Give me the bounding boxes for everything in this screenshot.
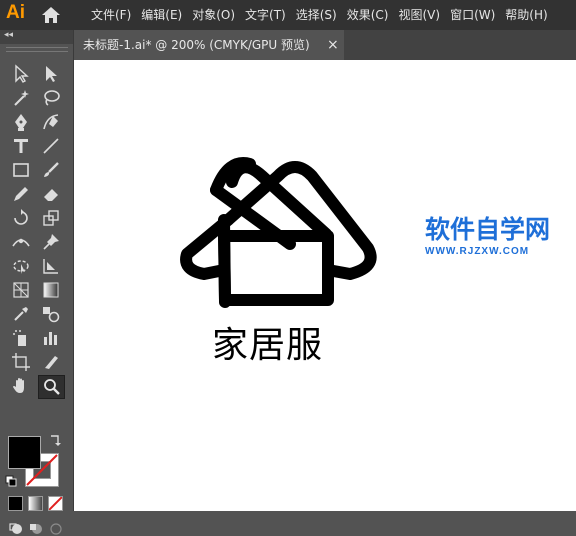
pencil-tool[interactable] bbox=[8, 183, 34, 205]
menu-window[interactable]: 窗口(W) bbox=[445, 0, 500, 30]
column-graph-tool[interactable] bbox=[38, 327, 64, 349]
type-tool[interactable] bbox=[8, 135, 34, 157]
width-tool-icon bbox=[12, 238, 30, 247]
house-clothing-logo bbox=[180, 157, 377, 308]
zoom-tool[interactable] bbox=[38, 375, 65, 399]
shape-builder-tool[interactable] bbox=[38, 255, 64, 277]
hand-tool[interactable] bbox=[8, 375, 34, 397]
hand-icon bbox=[13, 378, 24, 393]
app-logo: Ai bbox=[6, 2, 25, 23]
scale-icon bbox=[43, 210, 59, 226]
free-transform-tool[interactable] bbox=[8, 255, 34, 277]
brand-text: 家居服 bbox=[212, 325, 324, 366]
document-tab-bar: 未标题-1.ai* @ 200% (CMYK/GPU 预览) × bbox=[74, 30, 576, 60]
artboard-tool[interactable] bbox=[8, 351, 34, 373]
none-mode-slash-icon bbox=[49, 497, 62, 510]
menu-bar: Ai 文件(F) 编辑(E) 对象(O) 文字(T) 选择(S) 效果(C) 视… bbox=[0, 0, 576, 30]
rotate-tool[interactable] bbox=[8, 207, 34, 229]
menu-select[interactable]: 选择(S) bbox=[291, 0, 342, 30]
menu-view[interactable]: 视图(V) bbox=[393, 0, 445, 30]
type-t-icon bbox=[14, 139, 28, 153]
color-mode-button[interactable] bbox=[8, 496, 23, 511]
collapse-panel-button[interactable]: ◂◂ bbox=[4, 30, 13, 40]
watermark-title: 软件自学网 bbox=[425, 215, 551, 244]
artboard-icon bbox=[12, 353, 30, 371]
menu-edit[interactable]: 编辑(E) bbox=[136, 0, 187, 30]
curvature-pen-icon bbox=[43, 114, 59, 130]
default-colors-icon[interactable] bbox=[5, 475, 17, 487]
menu-file[interactable]: 文件(F) bbox=[86, 0, 136, 30]
perspective-grid-tool[interactable] bbox=[8, 279, 34, 301]
width-tool[interactable] bbox=[8, 231, 34, 253]
rectangle-tool[interactable] bbox=[8, 159, 34, 181]
menu-object[interactable]: 对象(O) bbox=[187, 0, 240, 30]
draw-normal-icon[interactable] bbox=[8, 522, 24, 536]
tools-panel-header: ◂◂ bbox=[0, 30, 73, 44]
menu-type[interactable]: 文字(T) bbox=[240, 0, 291, 30]
close-tab-button[interactable]: × bbox=[327, 30, 339, 60]
scale-tool[interactable] bbox=[38, 207, 64, 229]
home-button[interactable] bbox=[40, 5, 62, 25]
bar-graph-icon bbox=[44, 332, 57, 345]
panel-grip[interactable] bbox=[6, 47, 68, 52]
magic-wand-tool[interactable] bbox=[8, 87, 34, 109]
eraser-tool[interactable] bbox=[38, 183, 64, 205]
lasso-icon bbox=[44, 90, 60, 106]
direct-selection-tool[interactable] bbox=[38, 63, 64, 85]
pencil-icon bbox=[14, 187, 28, 201]
menu-list: 文件(F) 编辑(E) 对象(O) 文字(T) 选择(S) 效果(C) 视图(V… bbox=[86, 0, 553, 30]
curvature-tool[interactable] bbox=[38, 111, 64, 133]
fill-swatch[interactable] bbox=[8, 436, 41, 469]
menu-effect[interactable]: 效果(C) bbox=[342, 0, 394, 30]
mesh-grid-icon bbox=[13, 282, 29, 298]
selection-tool[interactable] bbox=[8, 63, 34, 85]
paintbrush-tool[interactable] bbox=[38, 159, 64, 181]
document-tab-title: 未标题-1.ai* @ 200% (CMYK/GPU 预览) bbox=[83, 38, 310, 52]
menu-help[interactable]: 帮助(H) bbox=[500, 0, 552, 30]
paintbrush-icon bbox=[44, 162, 59, 177]
selection-arrow-icon bbox=[15, 64, 29, 83]
shape-builder-icon bbox=[43, 259, 58, 274]
puppet-warp-tool[interactable] bbox=[38, 231, 64, 253]
home-icon bbox=[42, 7, 60, 23]
pen-nib-icon bbox=[15, 114, 27, 131]
pushpin-icon bbox=[43, 234, 59, 250]
rotate-icon bbox=[14, 209, 28, 225]
slice-knife-icon bbox=[45, 356, 58, 369]
magic-wand-icon bbox=[14, 90, 29, 106]
rectangle-icon bbox=[13, 163, 29, 177]
gradient-tool[interactable] bbox=[38, 279, 64, 301]
direct-selection-arrow-icon bbox=[46, 66, 57, 82]
symbol-sprayer-tool[interactable] bbox=[8, 327, 34, 349]
draw-inside-icon[interactable] bbox=[48, 522, 64, 536]
eyedropper-tool[interactable] bbox=[8, 303, 34, 325]
blend-icon bbox=[43, 307, 60, 323]
eyedropper-icon bbox=[14, 307, 28, 321]
pen-tool[interactable] bbox=[8, 111, 34, 133]
lasso-tool[interactable] bbox=[38, 87, 64, 109]
gradient-icon bbox=[43, 282, 59, 298]
eraser-icon bbox=[44, 189, 58, 201]
document-tab[interactable]: 未标题-1.ai* @ 200% (CMYK/GPU 预览) × bbox=[74, 30, 344, 60]
gradient-mode-button[interactable] bbox=[28, 496, 43, 511]
line-segment-icon bbox=[43, 138, 59, 154]
magnifier-icon bbox=[44, 379, 60, 395]
draw-behind-icon[interactable] bbox=[28, 522, 44, 536]
slice-tool[interactable] bbox=[38, 351, 64, 373]
watermark-url: WWW.RJZXW.COM bbox=[425, 246, 530, 257]
symbol-sprayer-icon bbox=[13, 330, 26, 346]
free-transform-icon bbox=[13, 260, 29, 274]
tools-panel: ◂◂ bbox=[0, 30, 74, 535]
line-segment-tool[interactable] bbox=[38, 135, 64, 157]
swap-fill-stroke-icon[interactable] bbox=[49, 434, 61, 448]
none-mode-button[interactable] bbox=[48, 496, 63, 511]
blend-tool[interactable] bbox=[38, 303, 64, 325]
